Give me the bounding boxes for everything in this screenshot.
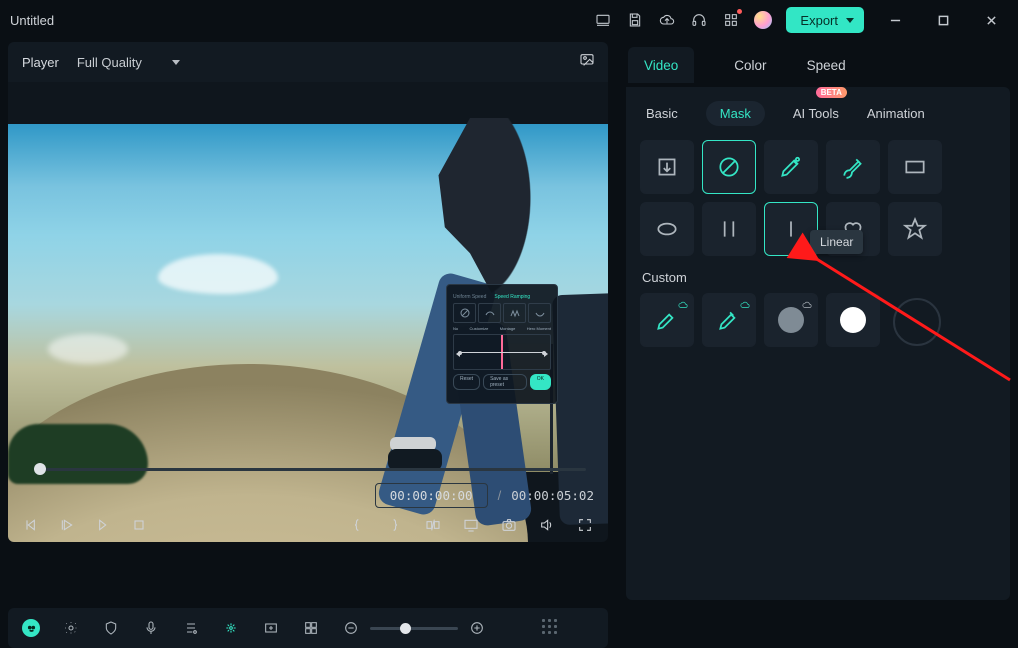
overlay-save-preset-button[interactable]: Save as preset: [483, 374, 527, 390]
mask-ellipse-icon[interactable]: [640, 202, 694, 256]
drag-grip-icon[interactable]: [542, 619, 558, 635]
timecode-separator: /: [498, 488, 502, 503]
tooltip-linear: Linear: [810, 230, 863, 254]
timecode-duration: 00:00:05:02: [511, 488, 594, 503]
preset-no[interactable]: [453, 303, 476, 323]
mask-split-horizontal-icon[interactable]: [702, 202, 756, 256]
subtab-ai-label: AI Tools: [793, 106, 839, 121]
grid-view-icon[interactable]: [302, 619, 320, 637]
cloud-sync-icon: [677, 298, 689, 308]
subtab-animation[interactable]: Animation: [867, 106, 925, 121]
custom-pen-cloud-b-icon[interactable]: [702, 293, 756, 347]
speed-ramping-overlay-panel: Uniform Speed Speed Ramping No Customize: [446, 284, 558, 404]
marker-shield-icon[interactable]: [102, 619, 120, 637]
chevron-down-icon: [172, 60, 180, 65]
scrubber-handle[interactable]: [34, 463, 46, 475]
mask-none-icon[interactable]: [702, 140, 756, 194]
window-minimize-button[interactable]: [878, 6, 912, 34]
window-title: Untitled: [10, 13, 54, 28]
overlay-tab-ramping[interactable]: Speed Ramping: [494, 294, 530, 300]
device-icon[interactable]: [594, 11, 612, 29]
mic-icon[interactable]: [142, 619, 160, 637]
export-button-label: Export: [800, 13, 838, 28]
timecode-current[interactable]: 00:00:00:00: [375, 483, 488, 508]
section-custom-label: Custom: [642, 270, 996, 285]
compare-icon[interactable]: [424, 516, 442, 534]
add-media-icon[interactable]: [262, 619, 280, 637]
custom-pen-cloud-a-icon[interactable]: [640, 293, 694, 347]
subtab-ai-tools[interactable]: AI Tools BETA: [793, 106, 839, 121]
play-icon[interactable]: [58, 516, 76, 534]
subtab-mask[interactable]: Mask: [706, 101, 765, 126]
magic-cut-icon[interactable]: [222, 619, 240, 637]
cloud-sync-icon: [801, 298, 813, 308]
headphones-icon[interactable]: [690, 11, 708, 29]
overlay-tab-uniform[interactable]: Uniform Speed: [453, 294, 486, 300]
zoom-slider-handle[interactable]: [400, 623, 411, 634]
cloud-upload-icon[interactable]: [658, 11, 676, 29]
beta-badge: BETA: [816, 87, 847, 98]
quality-value: Full Quality: [77, 55, 142, 70]
titlebar: Untitled Export: [0, 0, 1018, 40]
export-button[interactable]: Export: [786, 7, 864, 33]
custom-mask-grid: [640, 293, 996, 347]
mask-pen-draw-icon[interactable]: [764, 140, 818, 194]
sun-adjust-icon[interactable]: [62, 619, 80, 637]
sub-tabs: Basic Mask AI Tools BETA Animation: [646, 101, 996, 126]
volume-icon[interactable]: [538, 516, 556, 534]
transport-bar: 00:00:00:00 / 00:00:05:02: [8, 451, 608, 542]
ai-circle-icon[interactable]: [22, 619, 40, 637]
window-maximize-button[interactable]: [926, 6, 960, 34]
save-icon[interactable]: [626, 11, 644, 29]
mask-rectangle-icon[interactable]: [888, 140, 942, 194]
tab-speed[interactable]: Speed: [807, 44, 846, 86]
custom-mask-gray-circle[interactable]: [764, 293, 818, 347]
fullscreen-icon[interactable]: [576, 516, 594, 534]
zoom-slider[interactable]: [370, 627, 458, 630]
snapshot-image-icon[interactable]: [578, 52, 596, 71]
subtab-basic[interactable]: Basic: [646, 106, 678, 121]
prev-frame-icon[interactable]: [22, 516, 40, 534]
video-panel: Basic Mask AI Tools BETA Animation: [626, 87, 1010, 600]
preset-customize[interactable]: [478, 303, 501, 323]
audio-track-icon[interactable]: [182, 619, 200, 637]
chevron-down-icon: [846, 18, 854, 23]
overlay-reset-button[interactable]: Reset: [453, 374, 480, 390]
mask-import-icon[interactable]: [640, 140, 694, 194]
tab-color[interactable]: Color: [734, 44, 766, 86]
preset-montage[interactable]: [503, 303, 526, 323]
brace-close-icon[interactable]: [386, 516, 404, 534]
mask-star-icon[interactable]: [888, 202, 942, 256]
zoom-control: [342, 619, 486, 637]
display-icon[interactable]: [462, 516, 480, 534]
brace-open-icon[interactable]: [348, 516, 366, 534]
next-frame-icon[interactable]: [94, 516, 112, 534]
profile-avatar-icon[interactable]: [754, 11, 772, 29]
cloud-sync-icon: [739, 298, 751, 308]
video-viewport: Uniform Speed Speed Ramping No Customize: [8, 82, 608, 542]
primary-tabs: Video Color Speed: [626, 44, 1010, 87]
player-label: Player: [22, 55, 59, 70]
speed-graph[interactable]: [453, 334, 551, 370]
zoom-out-icon[interactable]: [342, 619, 360, 637]
tab-video[interactable]: Video: [628, 47, 694, 83]
quality-dropdown[interactable]: Full Quality: [77, 55, 180, 70]
overlay-ok-button[interactable]: OK: [530, 374, 551, 390]
custom-mask-white-circle[interactable]: [826, 293, 880, 347]
apps-icon[interactable]: [722, 11, 740, 29]
preset-hero[interactable]: [528, 303, 551, 323]
zoom-in-icon[interactable]: [468, 619, 486, 637]
video-frame[interactable]: Uniform Speed Speed Ramping No Customize: [8, 124, 608, 472]
player-header: Player Full Quality: [8, 42, 608, 82]
mask-brush-icon[interactable]: [826, 140, 880, 194]
timeline-toolbar: [8, 608, 608, 648]
camera-icon[interactable]: [500, 516, 518, 534]
scrubber[interactable]: [22, 461, 594, 477]
custom-mask-add-placeholder[interactable]: [893, 298, 941, 346]
window-close-button[interactable]: [974, 6, 1008, 34]
stop-icon[interactable]: [130, 516, 148, 534]
